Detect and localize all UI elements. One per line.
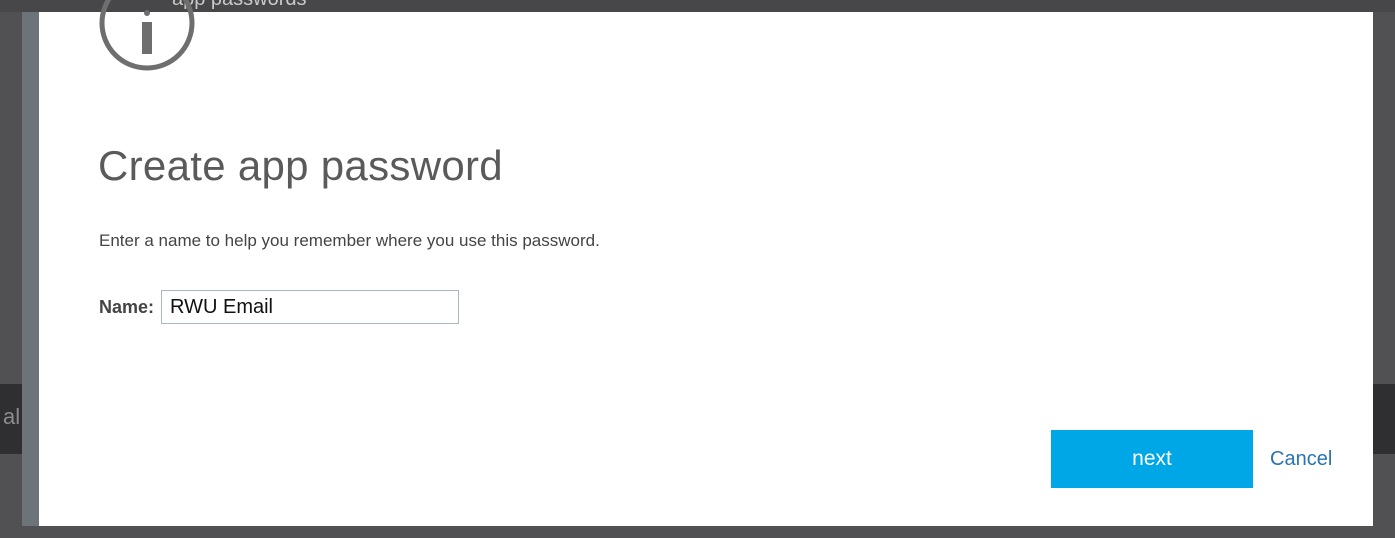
next-button[interactable]: next bbox=[1051, 430, 1253, 488]
dialog-title: Create app password bbox=[98, 142, 503, 189]
background-header: app passwords bbox=[0, 0, 1395, 12]
name-field-row: Name: bbox=[99, 288, 460, 326]
name-input[interactable] bbox=[161, 290, 460, 324]
info-circle-icon bbox=[99, 0, 195, 71]
name-label: Name: bbox=[99, 296, 155, 317]
dialog-description: Enter a name to help you remember where … bbox=[99, 231, 600, 250]
dialog-accent-bar bbox=[22, 12, 39, 526]
background-text-fragment: al bbox=[3, 404, 21, 429]
create-app-password-dialog: Create app password Enter a name to help… bbox=[22, 0, 1373, 526]
cancel-link[interactable]: Cancel bbox=[1270, 448, 1332, 471]
